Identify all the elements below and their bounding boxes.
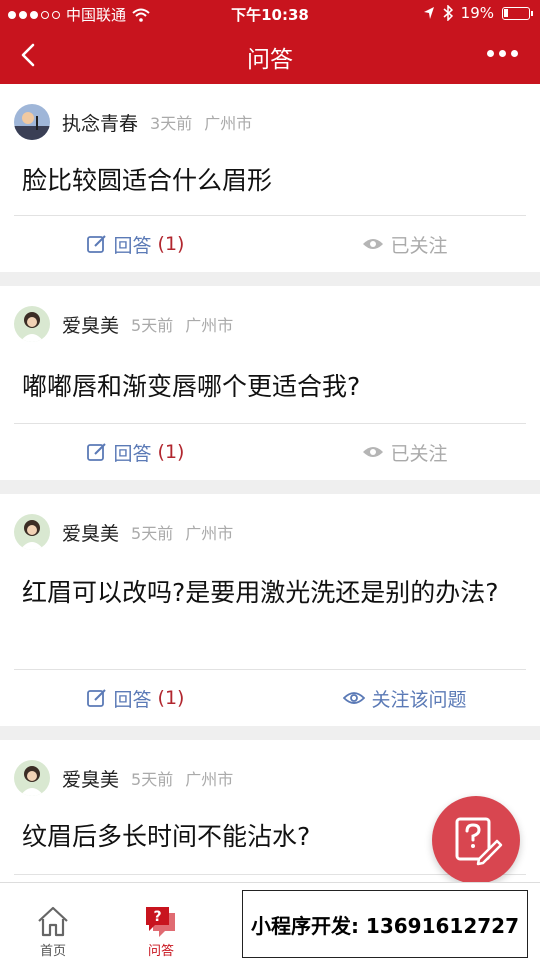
tab-qa[interactable]: ? 问答 bbox=[116, 883, 206, 960]
battery-icon bbox=[502, 6, 533, 20]
eye-icon bbox=[363, 239, 384, 249]
location-arrow-icon bbox=[423, 7, 434, 19]
edit-icon bbox=[86, 689, 106, 707]
eye-icon bbox=[363, 447, 384, 457]
page-title: 问答 bbox=[247, 47, 293, 73]
avatar[interactable] bbox=[14, 760, 50, 796]
answer-button[interactable]: 回答 (1) bbox=[0, 216, 270, 272]
eye-icon bbox=[343, 692, 366, 704]
answer-count: (1) bbox=[157, 441, 185, 463]
more-menu-button[interactable] bbox=[487, 50, 518, 57]
question-feed[interactable]: 执念青春 3天前 广州市 脸比较圆适合什么眉形 回答 (1) 已关注 爱臭美 5… bbox=[0, 84, 540, 882]
answer-label: 回答 bbox=[113, 234, 152, 257]
follow-button[interactable]: 已关注 bbox=[270, 424, 540, 480]
answer-button[interactable]: 回答 (1) bbox=[0, 424, 270, 480]
post-time: 5天前 bbox=[131, 770, 174, 789]
svg-text:?: ? bbox=[153, 909, 161, 925]
post-time: 3天前 bbox=[150, 114, 193, 133]
question-actions: 回答 (1) 已关注 bbox=[0, 216, 540, 272]
avatar[interactable] bbox=[14, 514, 50, 550]
question-card[interactable]: 爱臭美 5天前 广州市 红眉可以改吗?是要用激光洗还是别的办法? 回答 (1) … bbox=[0, 494, 540, 726]
follow-label: 关注该问题 bbox=[371, 688, 467, 711]
bluetooth-icon bbox=[443, 5, 453, 21]
ask-question-icon bbox=[455, 817, 503, 866]
question-actions: 回答 (1) 已关注 bbox=[0, 424, 540, 480]
answer-button[interactable]: 回答 (1) bbox=[0, 670, 270, 726]
post-time: 5天前 bbox=[131, 316, 174, 335]
question-card[interactable]: 执念青春 3天前 广州市 脸比较圆适合什么眉形 回答 (1) 已关注 bbox=[0, 84, 540, 272]
tab-label: 首页 bbox=[39, 944, 66, 959]
tab-home[interactable]: 首页 bbox=[8, 883, 98, 960]
ask-question-button[interactable] bbox=[432, 796, 520, 884]
question-text[interactable]: 红眉可以改吗?是要用激光洗还是别的办法? bbox=[22, 574, 516, 612]
edit-icon bbox=[86, 443, 106, 461]
app-header-bar: 中国联通 下午10:38 19% 问答 bbox=[0, 0, 540, 84]
answer-count: (1) bbox=[157, 687, 185, 709]
answer-label: 回答 bbox=[113, 688, 152, 711]
question-text[interactable]: 嘟嘟唇和渐变唇哪个更适合我? bbox=[22, 368, 516, 406]
nav-header: 问答 bbox=[0, 28, 540, 84]
avatar[interactable] bbox=[14, 104, 50, 140]
author-name[interactable]: 爱臭美 bbox=[62, 519, 119, 546]
post-location: 广州市 bbox=[185, 316, 234, 335]
question-author: 执念青春 3天前 广州市 bbox=[14, 104, 252, 140]
author-name[interactable]: 爱臭美 bbox=[62, 765, 119, 792]
question-chat-icon: ? bbox=[146, 907, 175, 937]
follow-question-button[interactable]: 关注该问题 bbox=[270, 670, 540, 726]
home-icon bbox=[38, 906, 68, 937]
post-location: 广州市 bbox=[204, 114, 253, 133]
follow-label: 已关注 bbox=[390, 442, 448, 465]
status-bar: 中国联通 下午10:38 19% bbox=[0, 0, 540, 28]
battery-percent: 19% bbox=[460, 4, 494, 22]
question-actions: 回答 (1) 关注该问题 bbox=[0, 670, 540, 726]
author-name[interactable]: 爱臭美 bbox=[62, 311, 119, 338]
question-author: 爱臭美 5天前 广州市 bbox=[14, 514, 233, 550]
follow-button[interactable]: 已关注 bbox=[270, 216, 540, 272]
follow-label: 已关注 bbox=[390, 234, 448, 257]
question-author: 爱臭美 5天前 广州市 bbox=[14, 760, 233, 796]
post-time: 5天前 bbox=[131, 524, 174, 543]
question-author: 爱臭美 5天前 广州市 bbox=[14, 306, 233, 342]
post-location: 广州市 bbox=[185, 770, 234, 789]
author-name[interactable]: 执念青春 bbox=[62, 109, 138, 136]
post-location: 广州市 bbox=[185, 524, 234, 543]
answer-label: 回答 bbox=[113, 442, 152, 465]
promo-banner: 小程序开发: 13691612727 bbox=[242, 890, 528, 958]
tab-label: 问答 bbox=[147, 944, 174, 959]
edit-icon bbox=[86, 235, 106, 253]
question-text[interactable]: 脸比较圆适合什么眉形 bbox=[22, 162, 516, 200]
answer-count: (1) bbox=[157, 233, 185, 255]
question-card[interactable]: 爱臭美 5天前 广州市 嘟嘟唇和渐变唇哪个更适合我? 回答 (1) 已关注 bbox=[0, 286, 540, 480]
avatar[interactable] bbox=[14, 306, 50, 342]
